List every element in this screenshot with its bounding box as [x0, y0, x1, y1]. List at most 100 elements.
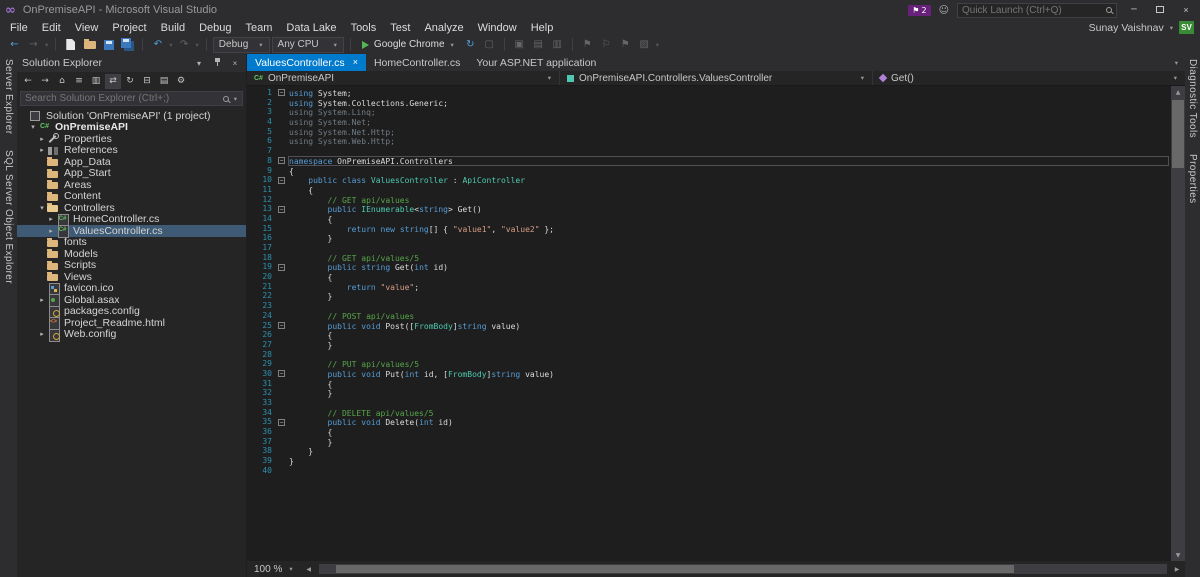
- zoom-combo[interactable]: 100 % ▾: [249, 564, 299, 575]
- tree-item-references[interactable]: ▸References: [17, 145, 246, 157]
- tool-window-tab-server-explorer[interactable]: Server Explorer: [3, 59, 14, 134]
- tree-item-favicon-ico[interactable]: favicon.ico: [17, 283, 246, 295]
- expand-arrow-icon[interactable]: ▸: [37, 135, 47, 143]
- browser-window-icon[interactable]: ▢: [481, 37, 498, 53]
- collapse-arrow-icon[interactable]: ▾: [37, 204, 47, 212]
- tree-item-areas[interactable]: Areas: [17, 179, 246, 191]
- redo-icon[interactable]: ↷: [176, 37, 193, 53]
- expand-arrow-icon[interactable]: ▸: [46, 227, 56, 235]
- fold-toggle-icon[interactable]: −: [278, 89, 285, 96]
- minimize-button[interactable]: ─: [1125, 5, 1143, 15]
- next-bookmark-icon[interactable]: ⚑: [617, 37, 634, 53]
- code-line-24[interactable]: 24 // POST api/values: [247, 311, 1171, 321]
- code-line-17[interactable]: 17: [247, 243, 1171, 253]
- user-avatar[interactable]: SV: [1179, 21, 1194, 34]
- sync-active-document-icon[interactable]: ⇄: [105, 74, 121, 89]
- forward-icon[interactable]: →: [37, 74, 53, 89]
- code-area[interactable]: 1−using System;2using System.Collections…: [247, 86, 1171, 561]
- tree-item-project-readme-html[interactable]: Project_Readme.html: [17, 317, 246, 329]
- code-line-15[interactable]: 15 return new string[] { "value1", "valu…: [247, 224, 1171, 234]
- member-dropdown[interactable]: Get() ▾: [872, 71, 1185, 85]
- tree-item-app-start[interactable]: App_Start: [17, 168, 246, 180]
- code-line-4[interactable]: 4using System.Net;: [247, 117, 1171, 127]
- collapse-arrow-icon[interactable]: ▾: [28, 123, 38, 131]
- menu-item-build[interactable]: Build: [154, 22, 192, 34]
- code-line-7[interactable]: 7: [247, 146, 1171, 156]
- code-line-13[interactable]: 13− public IEnumerable<string> Get(): [247, 204, 1171, 214]
- home-icon[interactable]: ⌂: [54, 74, 70, 89]
- code-line-20[interactable]: 20 {: [247, 272, 1171, 282]
- tree-item-homecontroller-cs[interactable]: ▸HomeController.cs: [17, 214, 246, 226]
- code-line-23[interactable]: 23: [247, 301, 1171, 311]
- tree-item-fonts[interactable]: fonts: [17, 237, 246, 249]
- code-line-14[interactable]: 14 {: [247, 214, 1171, 224]
- quick-launch-input[interactable]: [962, 5, 1102, 16]
- tool-window-tab-diagnostic-tools[interactable]: Diagnostic Tools: [1187, 59, 1198, 138]
- tab-your-asp-net-application[interactable]: Your ASP.NET application: [468, 54, 604, 71]
- navigation-history-chevron-icon[interactable]: ▾: [44, 41, 49, 49]
- show-all-files-icon[interactable]: ▤: [156, 74, 172, 89]
- tree-item-controllers[interactable]: ▾Controllers: [17, 202, 246, 214]
- redo-chevron-icon[interactable]: ▾: [195, 41, 200, 49]
- code-line-22[interactable]: 22 }: [247, 291, 1171, 301]
- tree-item-solution-onpremiseapi-1-project[interactable]: Solution 'OnPremiseAPI' (1 project): [17, 110, 246, 122]
- document-list-chevron-icon[interactable]: ▾: [1174, 59, 1179, 67]
- scroll-left-icon[interactable]: ◀: [303, 566, 315, 573]
- code-line-40[interactable]: 40: [247, 466, 1171, 476]
- code-line-29[interactable]: 29 // PUT api/values/5: [247, 359, 1171, 369]
- code-line-21[interactable]: 21 return "value";: [247, 282, 1171, 292]
- code-line-8[interactable]: 8−namespace OnPremiseAPI.Controllers: [247, 156, 1171, 166]
- expand-arrow-icon[interactable]: ▸: [37, 146, 47, 154]
- window-position-chevron-icon[interactable]: ▾: [193, 59, 205, 68]
- code-line-19[interactable]: 19− public string Get(int id): [247, 262, 1171, 272]
- code-line-12[interactable]: 12 // GET api/values: [247, 195, 1171, 205]
- menu-item-data-lake[interactable]: Data Lake: [279, 22, 343, 34]
- scroll-up-icon[interactable]: ▲: [1171, 86, 1185, 98]
- tree-item-scripts[interactable]: Scripts: [17, 260, 246, 272]
- menu-item-help[interactable]: Help: [524, 22, 561, 34]
- project-dropdown[interactable]: C# OnPremiseAPI ▾: [247, 71, 559, 85]
- tool-window-tab-properties[interactable]: Properties: [1187, 154, 1198, 204]
- code-line-33[interactable]: 33: [247, 398, 1171, 408]
- pending-changes-icon[interactable]: ▥: [88, 74, 104, 89]
- tool-window-tab-sql-server-object-explorer[interactable]: SQL Server Object Explorer: [3, 150, 14, 284]
- code-line-1[interactable]: 1−using System;: [247, 88, 1171, 98]
- code-line-32[interactable]: 32 }: [247, 388, 1171, 398]
- tree-item-valuescontroller-cs[interactable]: ▸ValuesController.cs: [17, 225, 246, 237]
- navigate-backward-icon[interactable]: ←: [6, 37, 23, 53]
- open-file-icon[interactable]: [81, 37, 98, 53]
- tab-valuescontroller-cs[interactable]: ValuesController.cs×: [247, 54, 366, 71]
- tab-homecontroller-cs[interactable]: HomeController.cs: [366, 54, 468, 71]
- tree-item-views[interactable]: Views: [17, 271, 246, 283]
- tree-item-models[interactable]: Models: [17, 248, 246, 260]
- fold-toggle-icon[interactable]: −: [278, 419, 285, 426]
- tree-item-content[interactable]: Content: [17, 191, 246, 203]
- code-line-5[interactable]: 5using System.Net.Http;: [247, 127, 1171, 137]
- menu-item-team[interactable]: Team: [239, 22, 280, 34]
- code-line-10[interactable]: 10− public class ValuesController : ApiC…: [247, 175, 1171, 185]
- expand-arrow-icon[interactable]: ▸: [46, 215, 56, 223]
- expand-arrow-icon[interactable]: ▸: [37, 296, 47, 304]
- type-dropdown[interactable]: OnPremiseAPI.Controllers.ValuesControlle…: [559, 71, 872, 85]
- scroll-down-icon[interactable]: ▼: [1171, 549, 1185, 561]
- refresh-icon[interactable]: ↻: [122, 74, 138, 89]
- menu-item-debug[interactable]: Debug: [192, 22, 238, 34]
- code-line-30[interactable]: 30− public void Put(int id, [FromBody]st…: [247, 369, 1171, 379]
- fold-toggle-icon[interactable]: −: [278, 206, 285, 213]
- close-tab-icon[interactable]: ×: [353, 58, 358, 67]
- tree-item-web-config[interactable]: ▸Web.config: [17, 329, 246, 341]
- menu-item-edit[interactable]: Edit: [35, 22, 68, 34]
- close-panel-icon[interactable]: ×: [229, 59, 241, 68]
- horizontal-scroll-thumb[interactable]: [336, 565, 1015, 573]
- menu-item-window[interactable]: Window: [471, 22, 524, 34]
- editor-vertical-scrollbar[interactable]: ▲ ▼: [1171, 86, 1185, 561]
- menu-item-project[interactable]: Project: [105, 22, 153, 34]
- menu-item-file[interactable]: File: [3, 22, 35, 34]
- undo-icon[interactable]: ↶: [149, 37, 166, 53]
- feedback-smiley-icon[interactable]: ☺: [939, 5, 949, 16]
- code-line-3[interactable]: 3using System.Linq;: [247, 107, 1171, 117]
- properties-icon[interactable]: ⚙: [173, 74, 189, 89]
- solution-search-input[interactable]: [25, 93, 219, 104]
- find-in-files-icon[interactable]: ▣: [511, 37, 528, 53]
- clear-bookmarks-icon[interactable]: ▨: [636, 37, 653, 53]
